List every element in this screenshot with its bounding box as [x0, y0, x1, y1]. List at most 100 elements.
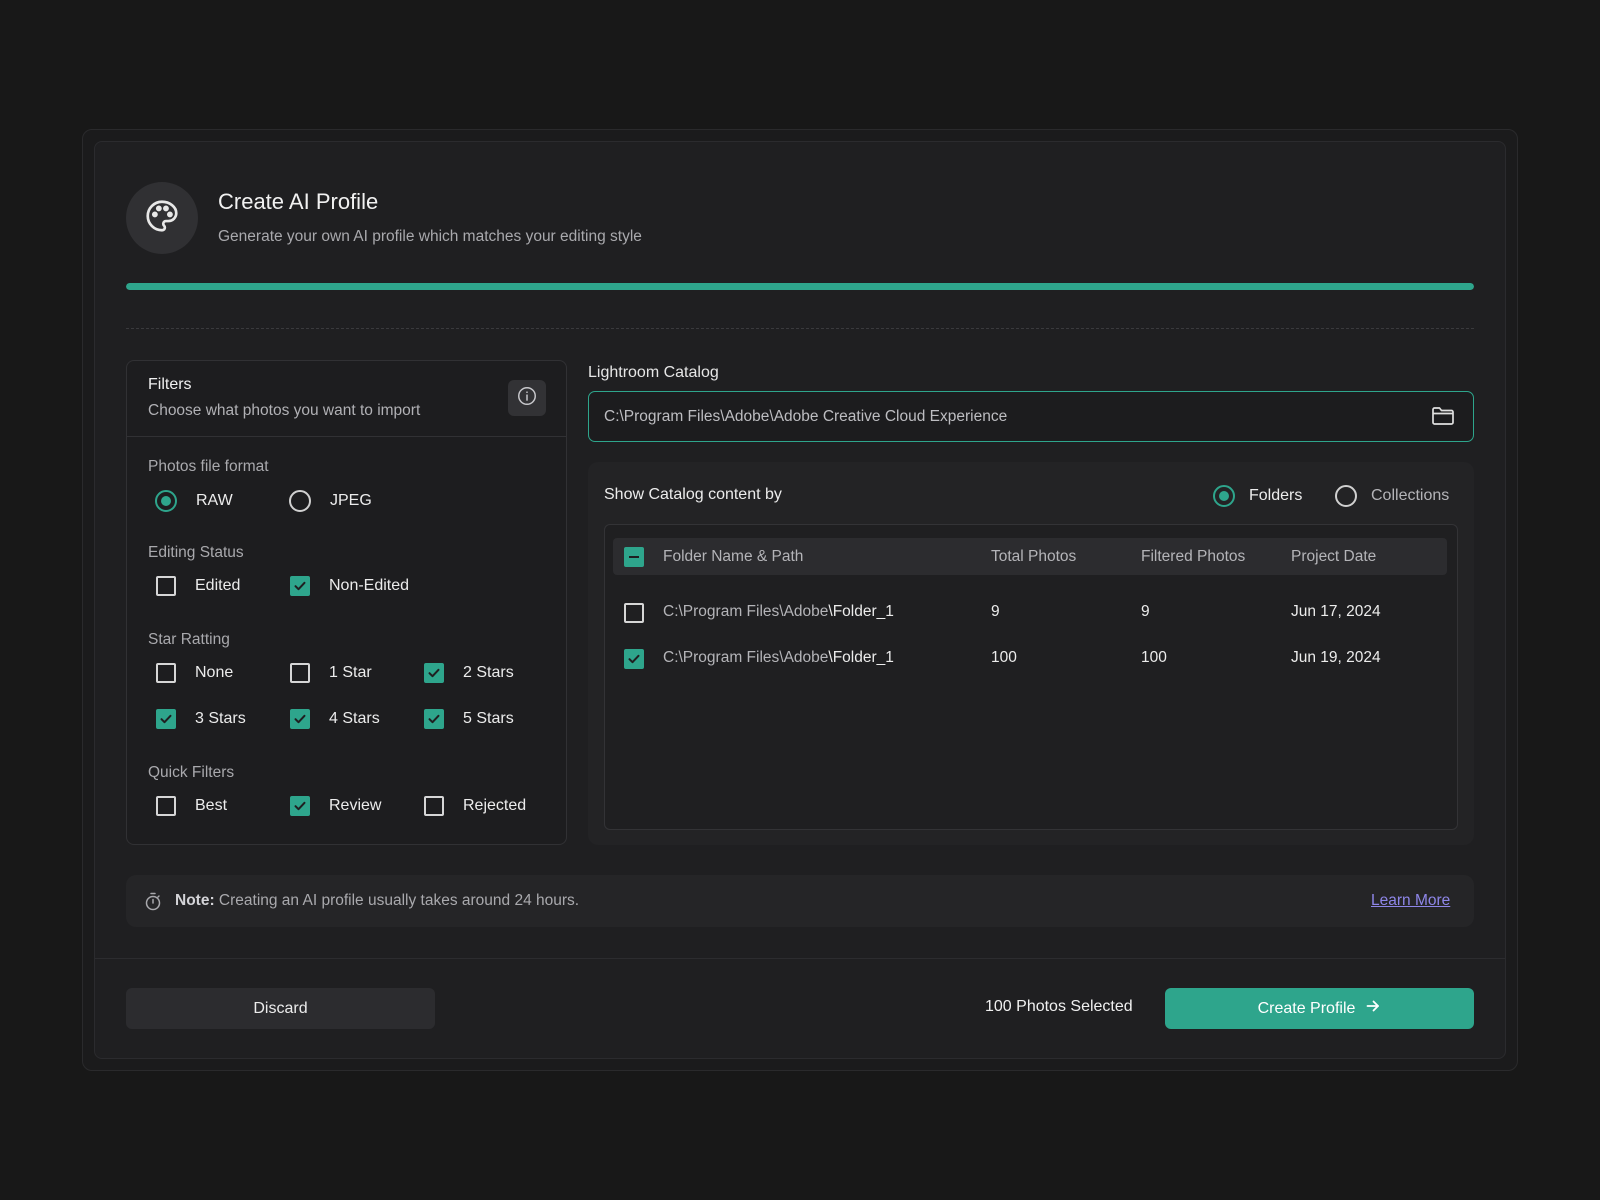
edited-label: Edited: [195, 577, 241, 594]
star-4-option[interactable]: 4 Stars: [290, 709, 380, 729]
filters-title: Filters: [148, 376, 192, 393]
row-1-path: C:\Program Files\Adobe\Folder_1: [663, 603, 894, 621]
show-by-label: Show Catalog content by: [604, 486, 782, 503]
row-2-folder: \Folder_1: [828, 649, 894, 666]
star-5-label: 5 Stars: [463, 710, 514, 727]
catalog-path-field[interactable]: [588, 391, 1474, 442]
page-subtitle: Generate your own AI profile which match…: [218, 228, 642, 245]
star-5-option[interactable]: 5 Stars: [424, 709, 514, 729]
catalog-path-input[interactable]: [604, 407, 1404, 426]
note-text: Note: Creating an AI profile usually tak…: [175, 892, 579, 910]
row-1-path-prefix: C:\Program Files\Adobe: [663, 603, 829, 620]
quick-filters-label: Quick Filters: [148, 764, 235, 781]
info-button[interactable]: [508, 380, 546, 416]
star-1-label: 1 Star: [329, 664, 372, 681]
row-1-checkbox[interactable]: [624, 603, 644, 623]
star-4-checkbox[interactable]: [290, 709, 310, 729]
star-rating-label: Star Ratting: [148, 631, 230, 648]
raw-radio[interactable]: [155, 490, 177, 512]
jpeg-label: JPEG: [330, 492, 372, 509]
review-label: Review: [329, 797, 382, 814]
info-icon: [516, 385, 538, 412]
filters-panel: Filters Choose what photos you want to i…: [126, 360, 567, 845]
row-1-check-box: [624, 603, 644, 623]
best-label: Best: [195, 797, 228, 814]
star-2-label: 2 Stars: [463, 664, 514, 681]
format-jpeg-option[interactable]: JPEG: [289, 490, 372, 512]
edited-option[interactable]: Edited: [156, 576, 240, 596]
note-prefix: Note:: [175, 892, 215, 909]
review-option[interactable]: Review: [290, 796, 381, 816]
star-3-label: 3 Stars: [195, 710, 246, 727]
raw-label: RAW: [196, 492, 233, 509]
file-format-label: Photos file format: [148, 458, 269, 475]
rejected-option[interactable]: Rejected: [424, 796, 526, 816]
folder-icon[interactable]: [1431, 405, 1455, 432]
star-4-label: 4 Stars: [329, 710, 380, 727]
row-2-filtered: 100: [1141, 649, 1167, 666]
non-edited-checkbox[interactable]: [290, 576, 310, 596]
arrow-right-icon: [1365, 998, 1381, 1019]
best-checkbox[interactable]: [156, 796, 176, 816]
row-2-path-prefix: C:\Program Files\Adobe: [663, 649, 829, 666]
star-2-option[interactable]: 2 Stars: [424, 663, 514, 683]
filters-header: Filters Choose what photos you want to i…: [127, 361, 566, 437]
folders-radio[interactable]: [1213, 485, 1235, 507]
row-2-path: C:\Program Files\Adobe\Folder_1: [663, 649, 894, 667]
star-5-checkbox[interactable]: [424, 709, 444, 729]
create-profile-button[interactable]: Create Profile: [1165, 988, 1474, 1029]
palette-icon: [143, 197, 181, 240]
edited-checkbox[interactable]: [156, 576, 176, 596]
partial-check-icon: [624, 547, 644, 567]
star-3-option[interactable]: 3 Stars: [156, 709, 246, 729]
note-message: Creating an AI profile usually takes aro…: [214, 892, 580, 909]
row-2-total: 100: [991, 649, 1017, 666]
star-none-checkbox[interactable]: [156, 663, 176, 683]
progress-bar: [126, 283, 1474, 290]
page-title: Create AI Profile: [218, 189, 379, 214]
view-folders-option[interactable]: Folders: [1213, 485, 1302, 507]
catalog-label: Lightroom Catalog: [588, 364, 719, 381]
collections-radio[interactable]: [1335, 485, 1357, 507]
non-edited-label: Non-Edited: [329, 577, 410, 594]
review-checkbox[interactable]: [290, 796, 310, 816]
star-none-option[interactable]: None: [156, 663, 233, 683]
star-3-checkbox[interactable]: [156, 709, 176, 729]
rejected-checkbox[interactable]: [424, 796, 444, 816]
star-none-label: None: [195, 664, 234, 681]
row-1-date: Jun 17, 2024: [1291, 603, 1381, 620]
row-2-check-box: [624, 649, 644, 669]
jpeg-radio[interactable]: [289, 490, 311, 512]
folders-label: Folders: [1249, 487, 1303, 504]
row-2-date: Jun 19, 2024: [1291, 649, 1381, 666]
row-1-filtered: 9: [1141, 603, 1150, 620]
row-1-folder: \Folder_1: [828, 603, 894, 620]
footer-divider: [95, 958, 1505, 959]
star-1-checkbox[interactable]: [290, 663, 310, 683]
star-2-checkbox[interactable]: [424, 663, 444, 683]
profile-avatar: [126, 182, 198, 254]
collections-label: Collections: [1371, 487, 1450, 504]
discard-button[interactable]: Discard: [126, 988, 435, 1029]
best-option[interactable]: Best: [156, 796, 227, 816]
row-2-checkbox[interactable]: [624, 649, 644, 669]
dashed-divider: [126, 328, 1474, 329]
non-edited-option[interactable]: Non-Edited: [290, 576, 409, 596]
view-collections-option[interactable]: Collections: [1335, 485, 1449, 507]
filters-description: Choose what photos you want to import: [148, 402, 421, 419]
progress-fill: [126, 283, 1474, 290]
photos-selected-count: 100 Photos Selected: [985, 998, 1133, 1015]
timer-icon: [144, 892, 162, 916]
editing-status-label: Editing Status: [148, 544, 244, 561]
rejected-label: Rejected: [463, 797, 527, 814]
col-filtered-photos[interactable]: Filtered Photos: [1141, 548, 1245, 566]
star-1-option[interactable]: 1 Star: [290, 663, 372, 683]
col-folder-name[interactable]: Folder Name & Path: [663, 548, 803, 566]
learn-more-link[interactable]: Learn More: [1371, 892, 1450, 910]
col-project-date[interactable]: Project Date: [1291, 548, 1376, 566]
col-total-photos[interactable]: Total Photos: [991, 548, 1076, 566]
format-raw-option[interactable]: RAW: [155, 490, 233, 512]
create-profile-label: Create Profile: [1257, 999, 1356, 1017]
row-1-total: 9: [991, 603, 1000, 620]
select-all-checkbox[interactable]: [624, 547, 644, 567]
